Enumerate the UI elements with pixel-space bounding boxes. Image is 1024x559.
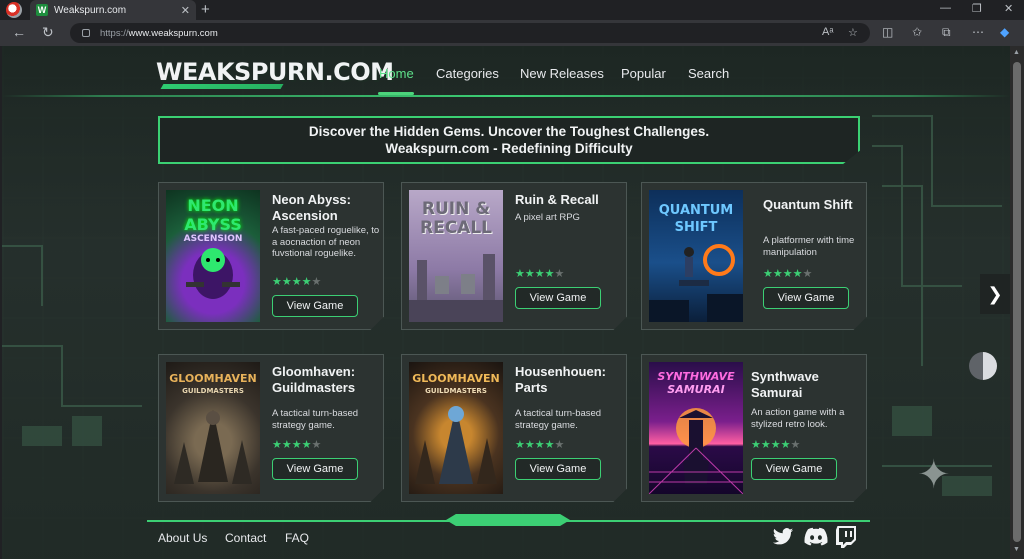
copilot-icon[interactable]: ◆ — [1000, 25, 1009, 39]
cover-art — [649, 244, 743, 322]
nav-home[interactable]: Home — [379, 66, 414, 81]
back-arrow-icon[interactable]: ← — [12, 24, 26, 40]
discord-icon[interactable] — [804, 526, 828, 548]
game-card[interactable]: RUIN & RECALL Ruin & Recall A pixel art … — [401, 182, 627, 330]
split-screen-icon[interactable]: ◫ — [882, 25, 893, 39]
cover-art — [186, 248, 240, 299]
sparkle-icon: ✦ — [917, 453, 951, 497]
view-game-button[interactable]: View Game — [515, 287, 601, 309]
rating-stars: ★★★★★ — [763, 268, 813, 280]
game-card[interactable]: NEON ABYSS ASCENSION Neon Abyss: Ascensi… — [158, 182, 384, 330]
cover-art — [415, 406, 497, 484]
twitter-icon[interactable] — [772, 526, 794, 548]
read-aloud-icon[interactable]: A͏ᵃ — [822, 26, 833, 38]
game-title[interactable]: Ruin & Recall — [515, 192, 623, 208]
game-title[interactable]: Gloomhaven: Guildmasters — [272, 364, 380, 396]
nav-search[interactable]: Search — [688, 66, 729, 81]
game-card[interactable]: GLOOMHAVEN GUILDMASTERS Housenhouen: Par… — [401, 354, 627, 502]
favorites-icon[interactable]: ✩ — [912, 25, 922, 39]
cover-art — [174, 410, 252, 484]
scroll-down-icon[interactable]: ▼ — [1013, 546, 1020, 553]
carousel-next-arrow-icon[interactable]: ❯ — [980, 274, 1010, 314]
logo-swoosh — [160, 84, 284, 89]
page-viewport: WEAKSPURN.COM Home Categories New Releas… — [2, 46, 1010, 559]
close-window-icon[interactable]: ✕ — [1004, 2, 1013, 15]
game-title[interactable]: Housenhouen: Parts — [515, 364, 623, 396]
game-description: An action game with a stylized retro loo… — [751, 407, 845, 430]
reload-icon[interactable]: ↻ — [42, 24, 54, 41]
address-bar[interactable]: https:// www.weakspurn.com A͏ᵃ ☆ — [70, 23, 870, 43]
more-menu-icon[interactable]: ⋯ — [972, 25, 984, 39]
view-game-button[interactable]: View Game — [272, 458, 358, 480]
game-card[interactable]: QUANTUM SHIFT Quantum Shift A platformer… — [641, 182, 867, 330]
nav-categories[interactable]: Categories — [436, 66, 499, 81]
nav-popular[interactable]: Popular — [621, 66, 666, 81]
view-game-button[interactable]: View Game — [763, 287, 849, 309]
game-cover[interactable]: GLOOMHAVEN GUILDMASTERS — [409, 362, 503, 494]
favorite-star-icon[interactable]: ☆ — [848, 26, 858, 39]
header-divider — [2, 95, 1010, 97]
game-cover[interactable]: SYNTHWAVE SAMURAI — [649, 362, 743, 494]
banner-tagline: Weakspurn.com - Redefining Difficulty — [385, 141, 633, 156]
site-logo[interactable]: WEAKSPURN.COM — [156, 58, 394, 86]
banner-headline: Discover the Hidden Gems. Uncover the To… — [308, 124, 710, 139]
profile-avatar-icon[interactable] — [6, 2, 22, 18]
footer-about-link[interactable]: About Us — [158, 531, 207, 545]
cover-art — [409, 254, 503, 322]
url-protocol: https:// — [100, 27, 129, 39]
rating-stars: ★★★★★ — [272, 276, 322, 288]
rating-stars: ★★★★★ — [515, 268, 565, 280]
site-header: WEAKSPURN.COM Home Categories New Releas… — [2, 46, 1010, 96]
game-card[interactable]: SYNTHWAVE SAMURAI Synthwave Samurai An a… — [641, 354, 867, 502]
browser-tab[interactable]: W Weakspurn.com ✕ — [30, 0, 196, 20]
url-host: www.weakspurn.com — [128, 27, 218, 39]
footer-pill-decoration — [446, 514, 570, 526]
game-description: A fast-paced roguelike, to a aocnaction … — [272, 225, 380, 259]
game-description: A tactical turn-based strategy game. — [515, 408, 602, 431]
game-cover[interactable]: NEON ABYSS ASCENSION — [166, 190, 260, 322]
view-game-button[interactable]: View Game — [515, 458, 601, 480]
rating-stars: ★★★★★ — [272, 439, 322, 451]
rating-stars: ★★★★★ — [751, 439, 801, 451]
footer-contact-link[interactable]: Contact — [225, 531, 266, 545]
scroll-thumb[interactable] — [1013, 62, 1021, 542]
browser-toolbar: ← ↻ https:// www.weakspurn.com A͏ᵃ ☆ ◫ ✩… — [0, 20, 1024, 46]
game-cover[interactable]: GLOOMHAVEN GUILDMASTERS — [166, 362, 260, 494]
tab-bar: W Weakspurn.com ✕ + — ❐ ✕ — [0, 0, 1024, 20]
view-game-button[interactable]: View Game — [751, 458, 837, 480]
hero-banner: Discover the Hidden Gems. Uncover the To… — [158, 116, 860, 164]
favicon-icon: W — [36, 4, 48, 16]
close-tab-icon[interactable]: ✕ — [181, 4, 190, 17]
footer-faq-link[interactable]: FAQ — [285, 531, 309, 545]
game-cover[interactable]: RUIN & RECALL — [409, 190, 503, 322]
nav-new-releases[interactable]: New Releases — [520, 66, 604, 81]
game-card[interactable]: GLOOMHAVEN GUILDMASTERS Gloomhaven: Guil… — [158, 354, 384, 502]
game-description: A platformer with time manipulation — [763, 235, 855, 258]
view-game-button[interactable]: View Game — [272, 295, 358, 317]
game-description: A pixel art RPG — [515, 212, 580, 223]
theme-toggle-icon[interactable] — [969, 352, 997, 380]
scroll-up-icon[interactable]: ▲ — [1013, 49, 1020, 56]
game-cover[interactable]: QUANTUM SHIFT — [649, 190, 743, 322]
lock-icon — [82, 29, 90, 37]
minimize-icon[interactable]: — — [940, 2, 951, 14]
cover-art — [649, 408, 743, 494]
game-description: A tactical turn-based strategy game. — [272, 408, 359, 431]
game-title[interactable]: Quantum Shift — [763, 197, 867, 213]
tab-title: Weakspurn.com — [54, 4, 127, 16]
game-title[interactable]: Neon Abyss: Ascension — [272, 192, 380, 224]
game-title[interactable]: Synthwave Samurai — [751, 369, 859, 401]
twitch-icon[interactable] — [836, 526, 856, 548]
rating-stars: ★★★★★ — [515, 439, 565, 451]
new-tab-icon[interactable]: + — [201, 1, 210, 18]
maximize-icon[interactable]: ❐ — [972, 2, 982, 15]
collections-icon[interactable]: ⧉ — [942, 25, 951, 40]
page-scrollbar[interactable]: ▲ ▼ — [1010, 46, 1024, 559]
